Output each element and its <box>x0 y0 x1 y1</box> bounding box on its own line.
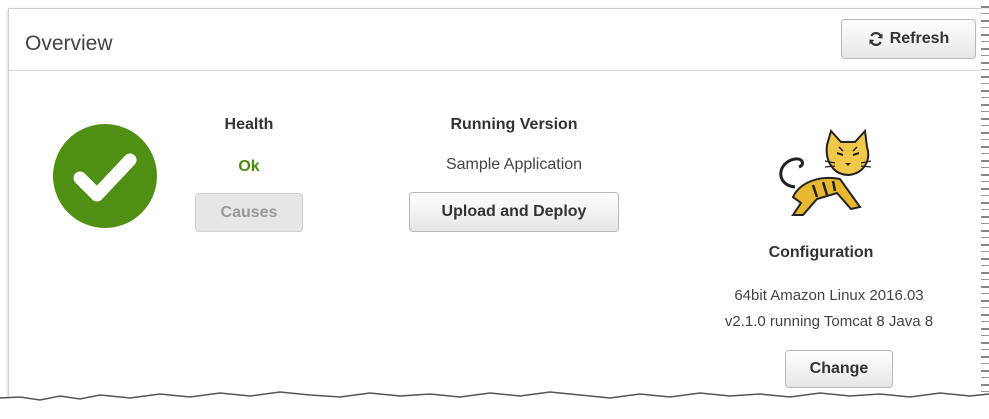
running-version-title: Running Version <box>450 116 578 133</box>
panel-header: Overview Refresh <box>9 9 989 71</box>
clipped-page-edge <box>981 0 989 419</box>
health-status-indicator <box>53 124 157 228</box>
upload-and-deploy-button[interactable]: Upload and Deploy <box>409 192 619 232</box>
page-title: Overview <box>25 32 113 55</box>
configuration-title: Configuration <box>768 244 874 261</box>
overview-panel: Overview Refresh Health Ok Causes Runnin… <box>8 8 989 408</box>
refresh-button[interactable]: Refresh <box>841 19 976 59</box>
configuration-solution-stack: v2.1.0 running Tomcat 8 Java 8 <box>724 313 934 330</box>
change-button[interactable]: Change <box>785 350 893 388</box>
running-version-value: Sample Application <box>445 156 583 173</box>
refresh-label: Refresh <box>889 30 950 47</box>
torn-paper-edge <box>0 391 989 419</box>
health-status-text: Ok <box>238 158 260 175</box>
refresh-icon <box>868 31 884 47</box>
causes-button[interactable]: Causes <box>195 193 303 232</box>
configuration-platform: 64bit Amazon Linux 2016.03 <box>734 287 924 304</box>
health-title: Health <box>224 116 274 133</box>
tomcat-logo-icon <box>765 127 875 219</box>
checkmark-icon <box>73 153 137 202</box>
